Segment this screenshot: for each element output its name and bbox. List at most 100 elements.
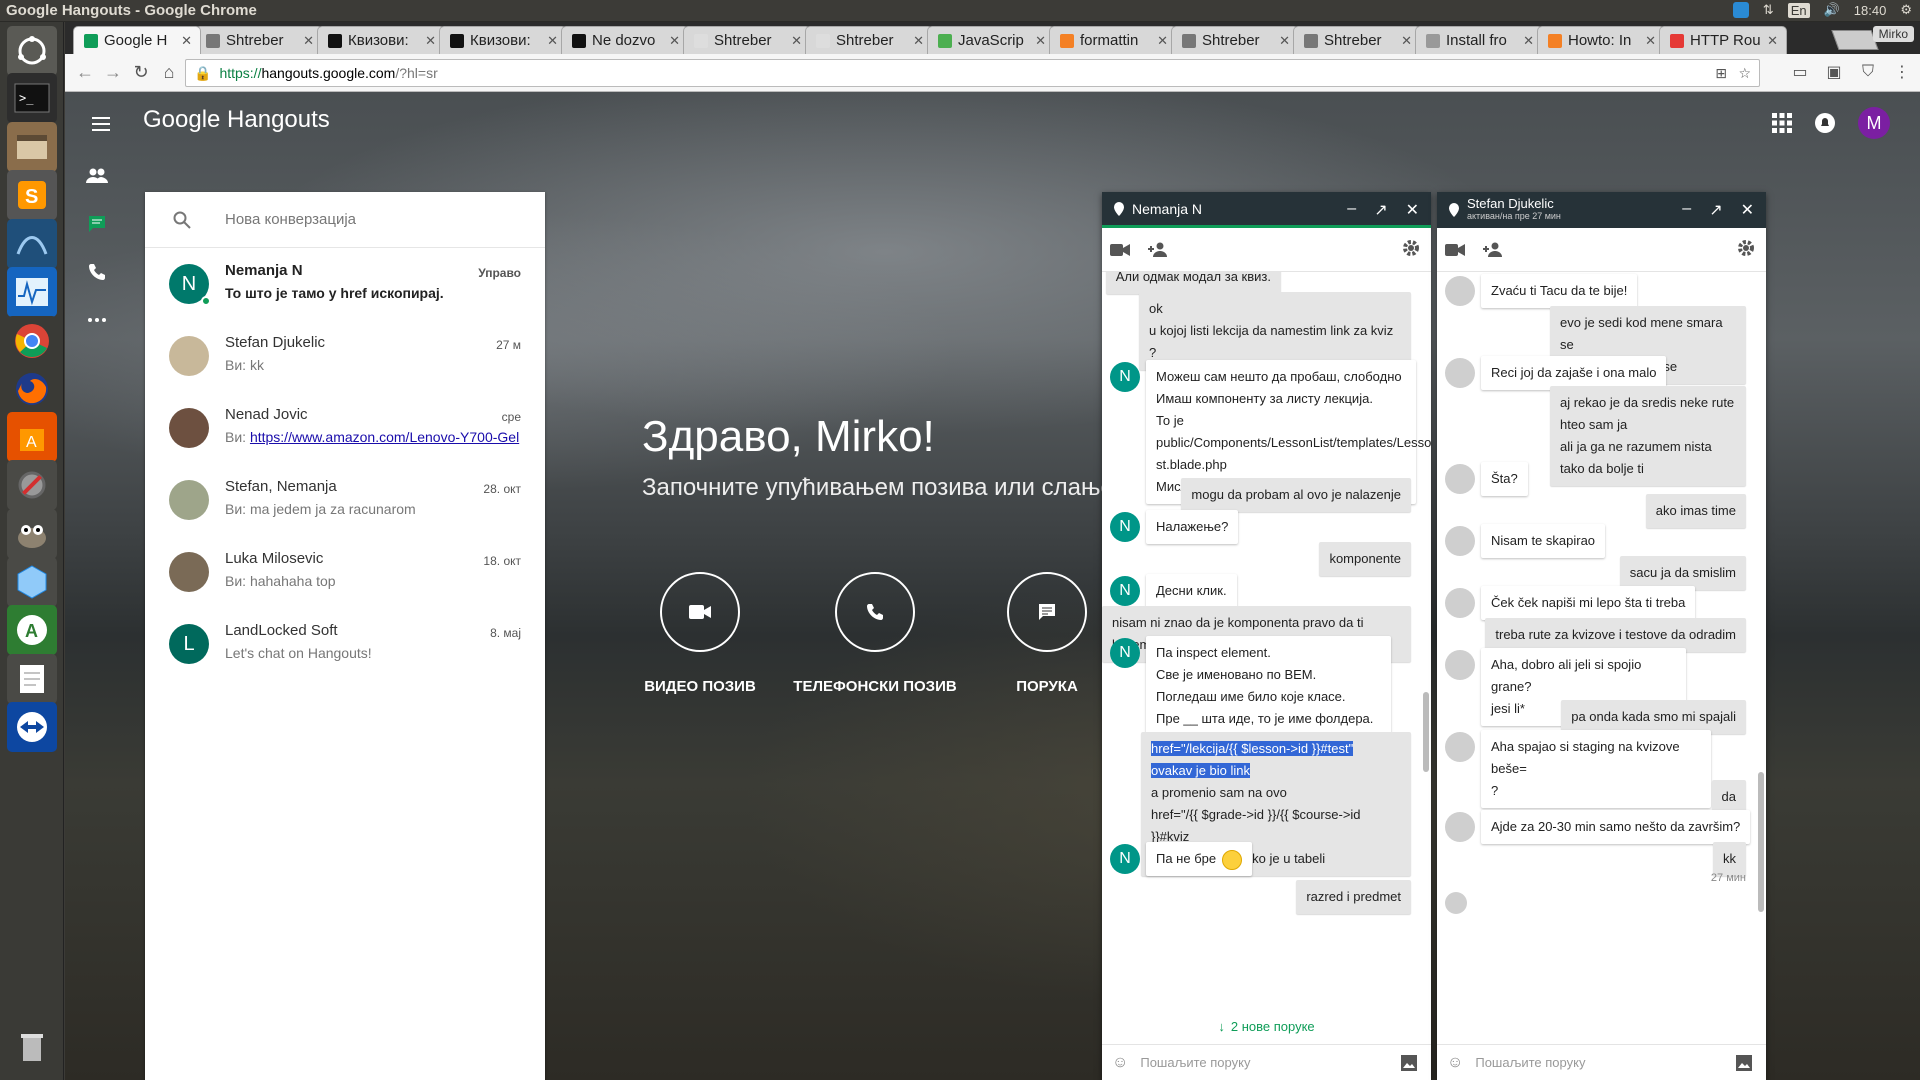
browser-tab[interactable]: Shtreber ✕ (805, 26, 933, 54)
minimize-icon[interactable]: – (1682, 200, 1691, 220)
address-bar[interactable]: 🔒 https://hangouts.google.com/?hl=sr ⊞ ☆ (185, 59, 1760, 87)
new-conversation-search[interactable]: Нова конверзација (145, 192, 545, 248)
image-icon[interactable] (1736, 1055, 1752, 1071)
virtualbox-icon[interactable] (7, 557, 57, 607)
popout-icon[interactable]: ↗ (1374, 200, 1387, 220)
browser-tab[interactable]: Shtreber ✕ (683, 26, 811, 54)
browser-tab[interactable]: Howto: In ✕ (1537, 26, 1665, 54)
scrollbar[interactable] (1758, 772, 1764, 912)
add-person-icon[interactable] (1483, 242, 1505, 258)
profile-badge[interactable]: Mirko (1872, 26, 1914, 42)
conversation-item[interactable]: Nenad Jovic сре Ви: https://www.amazon.com… (145, 392, 545, 464)
menu-icon[interactable]: ⋮ (1890, 60, 1914, 84)
close-icon[interactable]: ✕ (791, 33, 802, 49)
close-icon[interactable]: ✕ (1035, 33, 1046, 49)
add-person-icon[interactable] (1148, 242, 1170, 258)
volume-icon[interactable]: 🔊 (1824, 2, 1840, 18)
contacts-icon[interactable] (77, 156, 117, 196)
close-icon[interactable]: ✕ (1406, 200, 1419, 220)
chrome-icon[interactable] (7, 316, 57, 366)
files-icon[interactable] (7, 122, 57, 172)
more-icon[interactable] (77, 300, 117, 340)
scrollbar[interactable] (1423, 692, 1429, 772)
conversation-item[interactable]: Luka Milosevic 18. окт Ви: hahahaha top (145, 536, 545, 608)
dash-icon[interactable] (7, 26, 57, 76)
skype-icon[interactable] (1732, 2, 1749, 18)
trash-icon[interactable] (7, 1022, 57, 1072)
chat-header[interactable]: Nemanja N – ↗ ✕ (1102, 192, 1431, 228)
sublime-icon[interactable]: S (7, 170, 57, 220)
gear-icon[interactable] (1736, 238, 1756, 258)
browser-tab[interactable]: HTTP Rou ✕ (1659, 26, 1787, 54)
conversations-icon[interactable] (77, 204, 117, 244)
software-center-icon[interactable]: A (7, 412, 57, 462)
forward-button[interactable]: → (99, 59, 127, 87)
apps-grid-icon[interactable] (1772, 113, 1792, 133)
message-button[interactable]: ПОРУКА (987, 572, 1107, 695)
video-call-button[interactable]: ВИДЕО ПОЗИВ (640, 572, 760, 695)
emoji-icon[interactable]: ☺ (1112, 1054, 1128, 1072)
message-composer[interactable]: ☺ Пошаљите поруку (1437, 1044, 1766, 1080)
mysql-workbench-icon[interactable] (7, 219, 57, 269)
translate-icon[interactable]: ⊞ (1715, 65, 1727, 82)
close-icon[interactable]: ✕ (1523, 33, 1534, 49)
browser-tab[interactable]: Shtreber ✕ (1293, 26, 1421, 54)
browser-tab[interactable]: Shtreber ✕ (1171, 26, 1299, 54)
firefox-icon[interactable] (7, 364, 57, 414)
video-icon[interactable] (1110, 243, 1130, 257)
close-icon[interactable]: ✕ (1741, 200, 1754, 220)
notifications-icon[interactable] (1814, 112, 1836, 134)
message-input[interactable]: Пошаљите поруку (1475, 1055, 1585, 1070)
message-input[interactable]: Пошаљите поруку (1140, 1055, 1250, 1070)
conversation-item[interactable]: Stefan, Nemanja 28. окт Ви: ma jedem ja za… (145, 464, 545, 536)
conversation-item[interactable]: L LandLocked Soft 8. мај Let's chat on Hang… (145, 608, 545, 680)
gear-icon[interactable] (1401, 238, 1421, 258)
app-logo[interactable]: Google Hangouts (143, 106, 330, 134)
account-avatar[interactable]: M (1858, 107, 1890, 139)
new-tab-button[interactable] (1831, 30, 1879, 50)
minimize-icon[interactable]: – (1347, 200, 1356, 220)
browser-tab[interactable]: Shtreber ✕ (195, 26, 323, 54)
extension-icon[interactable]: ▣ (1822, 60, 1846, 84)
browser-tab[interactable]: Квизови: ✕ (439, 26, 567, 54)
back-button[interactable]: ← (71, 59, 99, 87)
snippet-link[interactable]: https://www.amazon.com/Lenovo-Y700-Gel (250, 429, 519, 445)
network-icon[interactable]: ⇅ (1763, 2, 1774, 18)
settings-icon[interactable] (7, 460, 57, 510)
close-icon[interactable]: ✕ (669, 33, 680, 49)
teamviewer-icon[interactable] (7, 702, 57, 752)
phone-call-button[interactable]: ТЕЛЕФОНСКИ ПОЗИВ (785, 572, 965, 695)
system-monitor-icon[interactable] (7, 267, 57, 317)
cast-icon[interactable]: ▭ (1788, 60, 1812, 84)
conversation-item[interactable]: Stefan Djukelic 27 м Ви: kk (145, 320, 545, 392)
browser-tab[interactable]: JavaScrip ✕ (927, 26, 1055, 54)
browser-tab[interactable]: Google H ✕ (73, 26, 201, 54)
close-icon[interactable]: ✕ (425, 33, 436, 49)
home-button[interactable]: ⌂ (155, 59, 183, 87)
close-icon[interactable]: ✕ (913, 33, 924, 49)
close-icon[interactable]: ✕ (1401, 33, 1412, 49)
shield-icon[interactable]: ⛉ (1856, 60, 1880, 84)
gimp-icon[interactable] (7, 509, 57, 559)
conversation-item[interactable]: N Nemanja N Управо То што је тамо у href ис… (145, 248, 545, 320)
search-input[interactable]: Нова конверзација (225, 211, 356, 228)
update-manager-icon[interactable]: A (7, 605, 57, 655)
message-composer[interactable]: ☺ Пошаљите поруку (1102, 1044, 1431, 1080)
gear-icon[interactable]: ⚙ (1900, 2, 1912, 18)
text-editor-icon[interactable] (7, 654, 57, 704)
browser-tab[interactable]: Квизови: ✕ (317, 26, 445, 54)
close-icon[interactable]: ✕ (1279, 33, 1290, 49)
close-icon[interactable]: ✕ (547, 33, 558, 49)
bookmark-star-icon[interactable]: ☆ (1738, 65, 1751, 82)
browser-tab[interactable]: Ne dozvo ✕ (561, 26, 689, 54)
keyboard-lang[interactable]: En (1787, 2, 1810, 18)
close-icon[interactable]: ✕ (303, 33, 314, 49)
close-icon[interactable]: ✕ (1645, 33, 1656, 49)
browser-tab[interactable]: formattin ✕ (1049, 26, 1177, 54)
clock[interactable]: 18:40 (1854, 3, 1887, 18)
menu-icon[interactable] (89, 112, 113, 136)
image-icon[interactable] (1401, 1055, 1417, 1071)
close-icon[interactable]: ✕ (1157, 33, 1168, 49)
popout-icon[interactable]: ↗ (1709, 200, 1722, 220)
terminal-icon[interactable]: >_ (7, 73, 57, 123)
